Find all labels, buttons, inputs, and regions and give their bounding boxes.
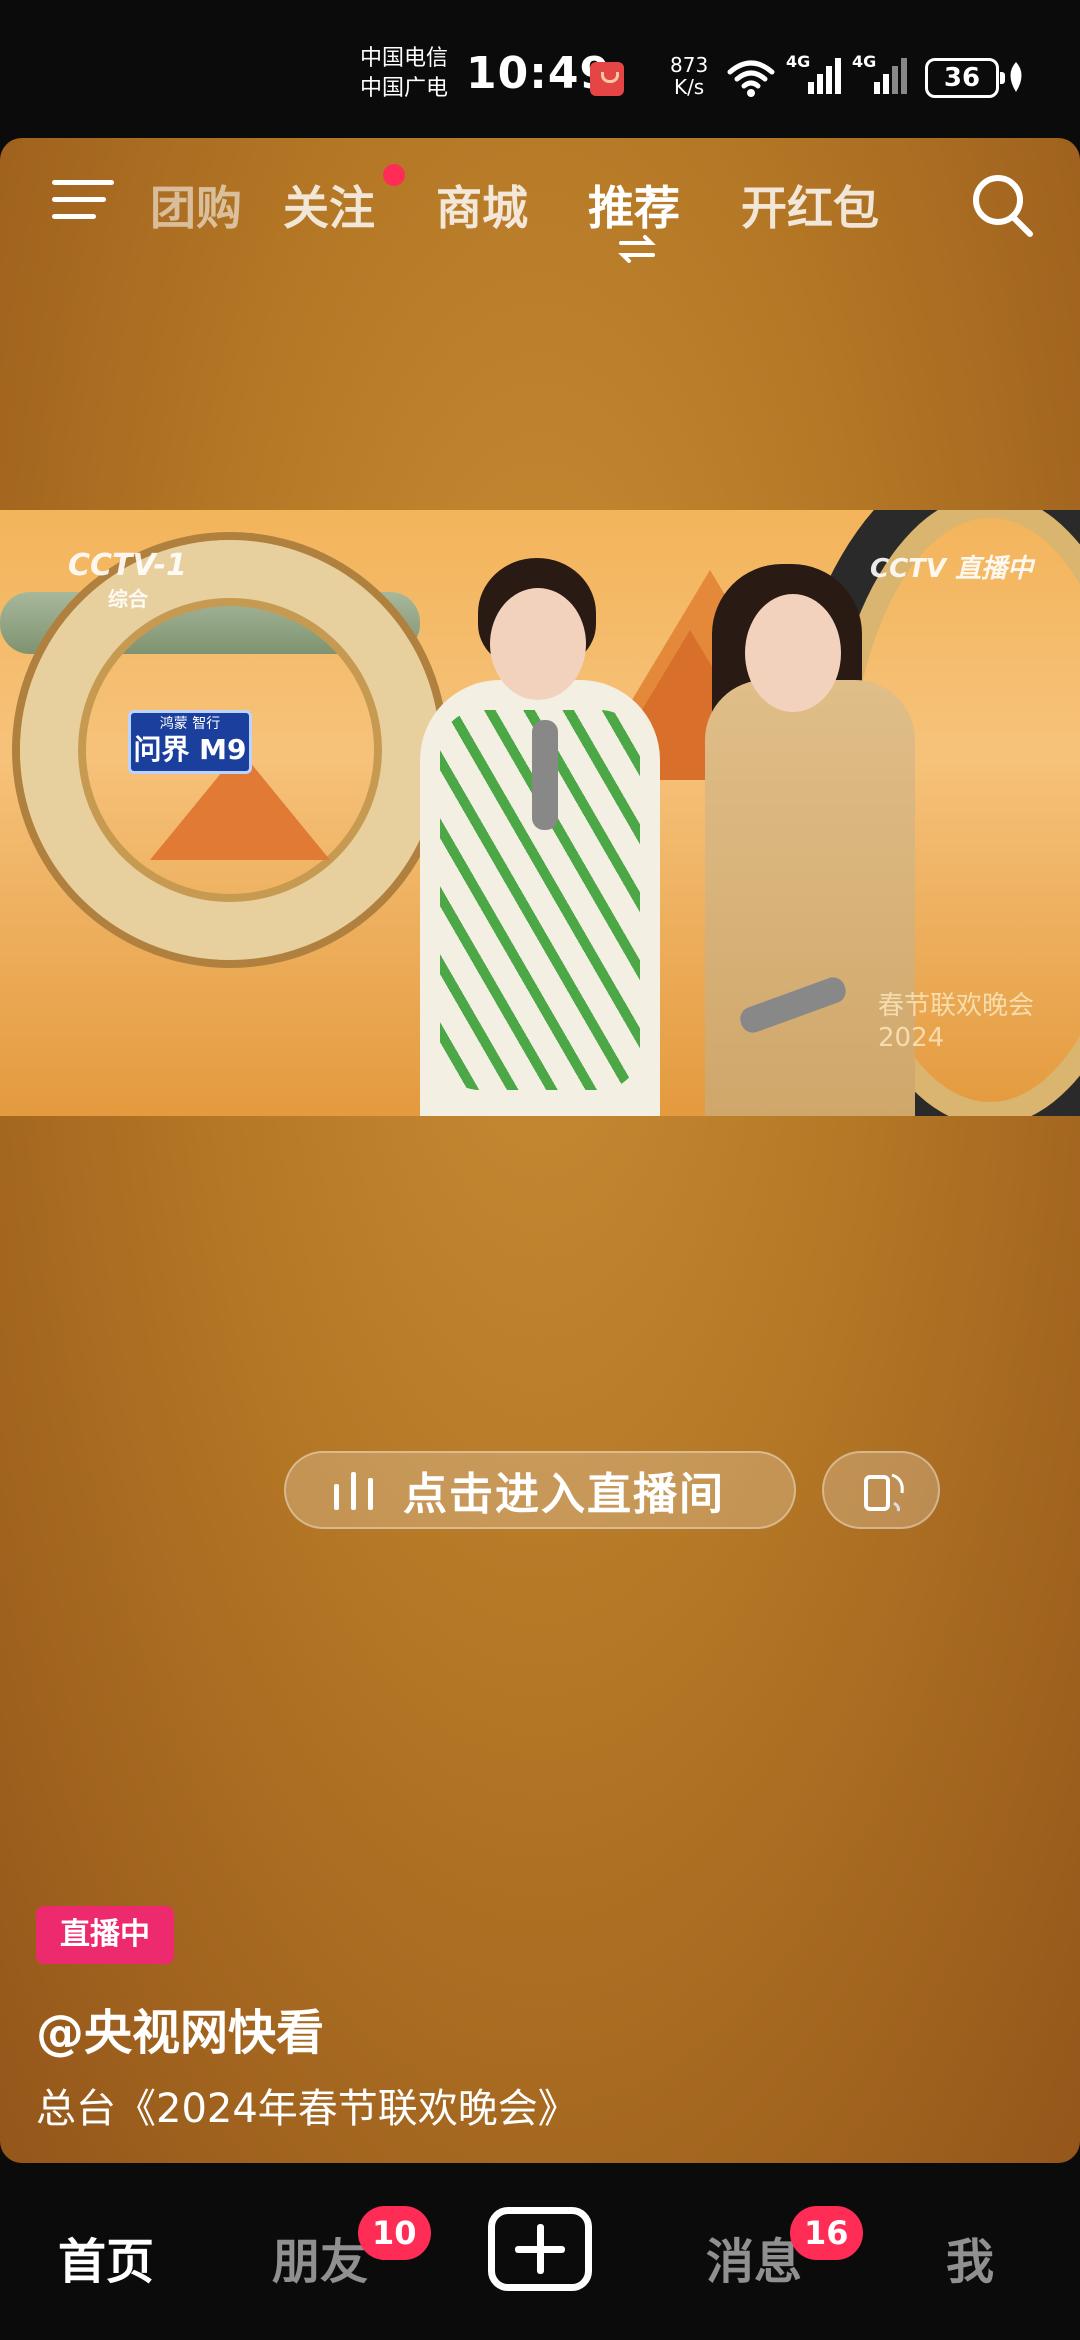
carrier-info: 中国电信 中国广电 bbox=[360, 44, 448, 104]
microphone bbox=[532, 720, 558, 830]
signal-1-label: 4G bbox=[786, 52, 811, 71]
post-description: 总台《2024年春节联欢晚会》 bbox=[36, 2086, 578, 2132]
friends-badge: 10 bbox=[358, 2206, 431, 2260]
swap-icon[interactable] bbox=[617, 234, 657, 264]
tab-mall[interactable]: 商城 bbox=[436, 172, 528, 238]
channel-logo-right: CCTV 直播中 bbox=[870, 554, 1034, 584]
gala-title-line2: 2024 bbox=[878, 1023, 945, 1053]
carrier-2: 中国广电 bbox=[360, 76, 449, 101]
create-post-button[interactable] bbox=[488, 2207, 592, 2291]
enter-live-room-label: 点击进入直播间 bbox=[403, 1469, 725, 1520]
channel-logo-text: CCTV-1 bbox=[68, 548, 187, 583]
sponsor-logo: 鸿蒙 智行 问界 M9 bbox=[128, 710, 252, 774]
leaf-icon bbox=[1010, 62, 1022, 92]
nav-home[interactable]: 首页 bbox=[58, 2222, 154, 2292]
bottom-nav: 首页 朋友 10 消息 16 我 bbox=[0, 2164, 1080, 2340]
sponsor-main-text: 问界 M9 bbox=[133, 733, 247, 766]
tab-recommend[interactable]: 推荐 bbox=[588, 172, 680, 238]
net-speed-value: 873 bbox=[670, 53, 709, 77]
sponsor-top-text: 鸿蒙 智行 bbox=[159, 716, 221, 732]
status-bar: 中国电信 中国广电 10:49 873 K/s 4G 4G 36 bbox=[0, 0, 1080, 138]
signal-icon-1: 4G bbox=[786, 52, 842, 102]
top-nav: 团购 关注 商城 推荐 开红包 bbox=[0, 138, 1080, 278]
host-left-face bbox=[490, 588, 586, 700]
battery-indicator: 36 bbox=[925, 58, 1005, 98]
host-right-face bbox=[745, 594, 841, 712]
notification-dot bbox=[383, 164, 405, 186]
live-video-frame[interactable]: CCTV-1 综合 鸿蒙 智行 问界 M9 CCTV 直播中 春节联欢晚会 20… bbox=[0, 510, 1080, 1116]
nav-friends[interactable]: 朋友 bbox=[272, 2222, 368, 2292]
main-feed[interactable]: 团购 关注 商城 推荐 开红包 CCTV-1 综合 鸿蒙 智行 问界 M9 CC… bbox=[0, 138, 1080, 2163]
author-name[interactable]: @央视网快看 bbox=[36, 1993, 324, 2063]
nav-messages[interactable]: 消息 bbox=[706, 2222, 802, 2292]
network-speed: 873 K/s bbox=[670, 54, 708, 98]
red-packet-icon bbox=[590, 62, 624, 96]
search-icon[interactable] bbox=[970, 172, 1036, 242]
tab-following[interactable]: 关注 bbox=[283, 172, 375, 238]
rotate-icon bbox=[864, 1473, 904, 1512]
gala-title-line1: 春节联欢晚会 bbox=[878, 991, 1035, 1021]
signal-icon-2: 4G bbox=[852, 52, 908, 102]
nav-me[interactable]: 我 bbox=[946, 2222, 994, 2292]
signal-2-label: 4G bbox=[852, 52, 877, 71]
gala-title-overlay: 春节联欢晚会 2024 bbox=[878, 990, 1034, 1054]
tab-red-packet[interactable]: 开红包 bbox=[741, 172, 879, 238]
menu-icon[interactable] bbox=[52, 180, 114, 234]
net-speed-unit: K/s bbox=[673, 75, 705, 99]
messages-badge: 16 bbox=[790, 2206, 863, 2260]
channel-logo: CCTV-1 综合 bbox=[68, 548, 187, 612]
carrier-1: 中国电信 bbox=[360, 46, 449, 71]
live-bars-icon bbox=[334, 1470, 373, 1510]
enter-live-room-button[interactable]: 点击进入直播间 bbox=[284, 1451, 796, 1529]
tab-group-buy[interactable]: 团购 bbox=[150, 172, 242, 238]
channel-logo-sub: 综合 bbox=[108, 587, 148, 611]
wifi-icon bbox=[727, 60, 775, 97]
rotate-screen-button[interactable] bbox=[822, 1451, 940, 1529]
live-status-badge: 直播中 bbox=[36, 1906, 174, 1964]
